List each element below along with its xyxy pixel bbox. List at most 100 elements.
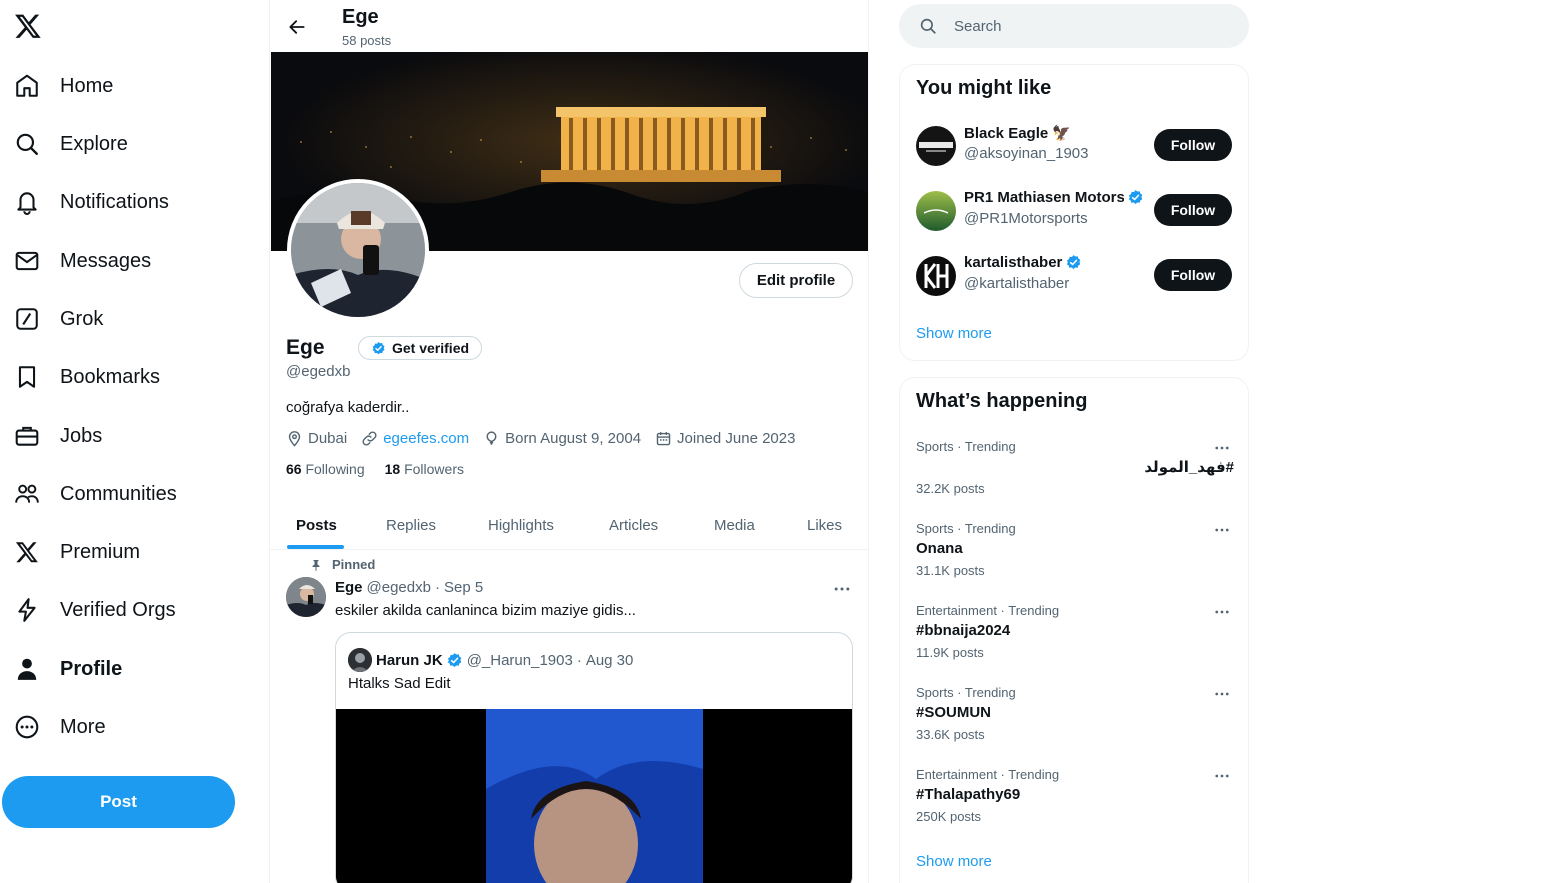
post-button[interactable]: Post [2, 776, 235, 828]
trend-more-button[interactable] [1213, 685, 1233, 701]
profile-location: Dubai [286, 430, 347, 447]
suggestion-item[interactable]: kartalisthaber @kartalisthaber Follow [916, 251, 1234, 301]
nav-communities[interactable]: Communities [14, 474, 177, 514]
nav-more[interactable]: More [14, 707, 106, 747]
follow-button[interactable]: Follow [1154, 259, 1232, 291]
nav-home[interactable]: Home [14, 66, 113, 106]
search-input[interactable] [954, 17, 1214, 35]
people-icon [14, 481, 40, 507]
tab-highlights[interactable]: Highlights [488, 500, 554, 550]
left-navigation: Home Explore Notifications Messages Grok… [0, 0, 269, 883]
trend-item[interactable]: Entertainment · Trending #Thalapathy69 2… [916, 767, 1234, 837]
tweet-more-button[interactable] [832, 579, 854, 599]
following-count: 66 [286, 461, 302, 477]
nav-explore[interactable]: Explore [14, 124, 128, 164]
edit-profile-button[interactable]: Edit profile [739, 263, 853, 298]
trend-more-button[interactable] [1213, 439, 1233, 455]
nav-profile[interactable]: Profile [14, 649, 122, 689]
nav-jobs-label: Jobs [60, 424, 103, 447]
header-post-count: 58 posts [342, 33, 392, 48]
trend-post-count: 33.6K posts [916, 727, 985, 742]
x-logo-icon[interactable] [14, 12, 44, 42]
trend-item[interactable]: Sports · Trending #فهد_المولد 32.2K post… [916, 439, 1234, 509]
verified-badge-icon [371, 341, 386, 356]
suggestion-item[interactable]: PR1 Mathiasen Motorsports @PR1Motorsport… [916, 186, 1234, 236]
get-verified-button[interactable]: Get verified [358, 336, 483, 360]
nav-explore-label: Explore [60, 132, 128, 155]
nav-verified-orgs[interactable]: Verified Orgs [14, 590, 176, 630]
tab-articles[interactable]: Articles [609, 500, 658, 550]
tab-replies[interactable]: Replies [386, 500, 436, 550]
followers-label: Followers [404, 461, 464, 477]
trend-category: Entertainment · Trending [916, 767, 1060, 782]
whats-happening-title: What’s happening [916, 390, 1088, 412]
tweet-separator: · [434, 579, 440, 596]
get-verified-label: Get verified [392, 340, 470, 356]
nav-notifications[interactable]: Notifications [14, 182, 169, 222]
whats-happening-card: What’s happening Sports · Trending #فهد_… [899, 377, 1249, 883]
who-to-follow-title: You might like [916, 77, 1052, 99]
following-link[interactable]: 66 Following [286, 461, 365, 477]
profile-avatar[interactable] [287, 179, 429, 321]
suggestion-name: PR1 Mathiasen Motorsports [964, 189, 1144, 206]
follow-button[interactable]: Follow [1154, 194, 1232, 226]
quoted-tweet[interactable]: Harun JK @_Harun_1903 · Aug 30 Htalks Sa… [335, 632, 853, 883]
quote-handle: @_Harun_1903 [466, 651, 573, 669]
follow-stats: 66 Following 18 Followers [286, 461, 484, 477]
tweet-handle[interactable]: @egedxb [367, 579, 431, 596]
profile-website: egeefes.com [361, 430, 469, 447]
trend-post-count: 32.2K posts [916, 481, 985, 496]
tab-likes[interactable]: Likes [807, 500, 842, 550]
profile-tabs: Posts Replies Highlights Articles Media … [270, 500, 868, 550]
who-to-follow-show-more[interactable]: Show more [916, 325, 992, 342]
nav-grok[interactable]: Grok [14, 299, 103, 339]
tweet-date[interactable]: Sep 5 [444, 579, 483, 596]
balloon-icon [483, 430, 505, 447]
quote-video[interactable] [336, 709, 852, 883]
trend-item[interactable]: Sports · Trending Onana 31.1K posts [916, 521, 1234, 591]
nav-premium[interactable]: Premium [14, 532, 140, 572]
trend-name: #Thalapathy69 [916, 786, 1021, 803]
trend-name: #فهد_المولد [1144, 459, 1234, 476]
more-circle-icon [14, 714, 40, 740]
suggestion-name-text: kartalisthaber [964, 254, 1063, 271]
profile-bio: coğrafya kaderdir.. [286, 399, 410, 416]
tab-media[interactable]: Media [714, 500, 755, 550]
trend-category: Entertainment · Trending [916, 603, 1060, 618]
search-bar[interactable] [899, 4, 1249, 48]
search-icon [14, 131, 40, 157]
birthdate-text: Born August 9, 2004 [505, 430, 642, 447]
suggestion-handle: @PR1Motorsports [964, 210, 1088, 227]
tweet-author[interactable]: Ege [335, 579, 363, 596]
nav-verified-orgs-label: Verified Orgs [60, 598, 176, 621]
quote-avatar [348, 648, 372, 672]
following-label: Following [305, 461, 365, 477]
pinned-tweet[interactable]: Pinned Ege @egedxb · Sep 5 eskiler akild… [270, 551, 868, 883]
back-button[interactable] [284, 14, 310, 40]
quote-author: Harun JK [376, 651, 443, 669]
trend-item[interactable]: Entertainment · Trending #bbnaija2024 11… [916, 603, 1234, 673]
follow-button[interactable]: Follow [1154, 129, 1232, 161]
more-dots-icon [832, 579, 854, 599]
trends-show-more[interactable]: Show more [916, 853, 992, 870]
profile-handle: @egedxb [286, 363, 351, 380]
trend-more-button[interactable] [1213, 521, 1233, 537]
tab-posts[interactable]: Posts [296, 500, 337, 550]
trend-post-count: 31.1K posts [916, 563, 985, 578]
followers-link[interactable]: 18 Followers [385, 461, 464, 477]
nav-jobs[interactable]: Jobs [14, 416, 102, 456]
trend-more-button[interactable] [1213, 767, 1233, 783]
website-link[interactable]: egeefes.com [383, 430, 469, 447]
more-dots-icon [1213, 603, 1233, 621]
nav-messages[interactable]: Messages [14, 241, 151, 281]
tweet-avatar[interactable] [286, 577, 326, 617]
person-icon [14, 656, 40, 682]
trend-item[interactable]: Sports · Trending #SOUMUN 33.6K posts [916, 685, 1234, 755]
profile-column: Ege 58 posts Edit profile Ege Get verifi… [269, 0, 869, 883]
trend-more-button[interactable] [1213, 603, 1233, 619]
tweet-header: Ege @egedxb · Sep 5 [335, 579, 483, 596]
quote-date: Aug 30 [585, 651, 634, 669]
tweet-text: eskiler akilda canlaninca bizim maziye g… [335, 602, 636, 619]
suggestion-item[interactable]: Black Eagle 🦅 @aksoyinan_1903 Follow [916, 121, 1234, 171]
nav-bookmarks[interactable]: Bookmarks [14, 357, 160, 397]
